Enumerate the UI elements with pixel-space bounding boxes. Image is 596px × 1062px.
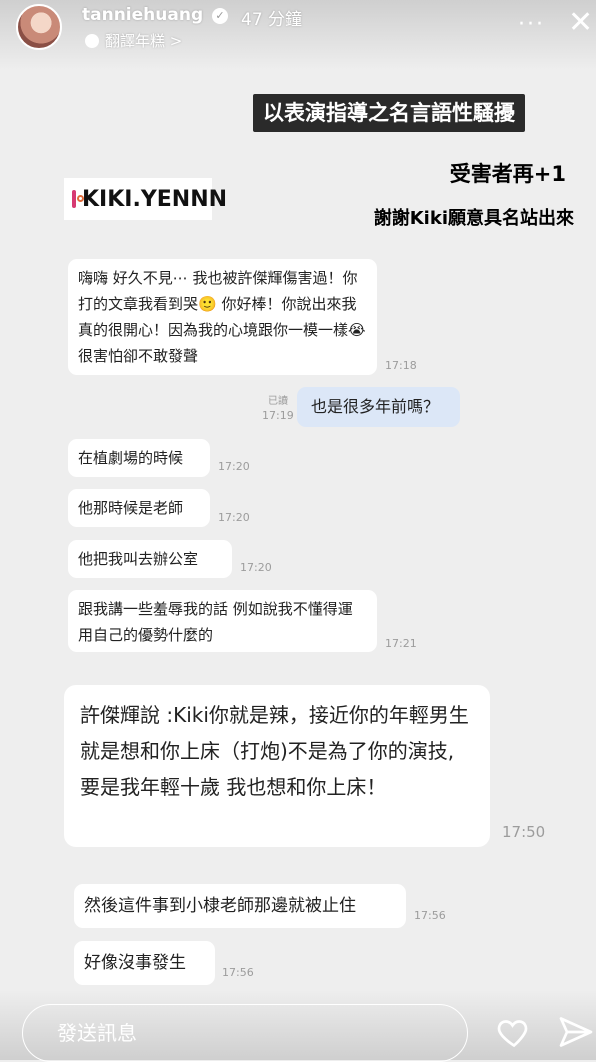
message-time: 17:56 <box>222 966 254 979</box>
username[interactable]: tanniehuang <box>82 5 203 25</box>
chat-message: 在植劇場的時候 <box>68 439 210 477</box>
chat-message: 他那時候是老師 <box>68 489 210 527</box>
instagram-mention-sticker[interactable]: KIKI.YENNN <box>64 178 227 220</box>
chat-message: 他把我叫去辦公室 <box>68 540 232 578</box>
verified-badge-icon: ✓ <box>212 8 228 24</box>
translate-link[interactable]: 翻譯年糕 > <box>85 30 182 51</box>
instagram-icon <box>72 190 84 208</box>
message-time: 17:18 <box>385 359 417 372</box>
headline-banner: 以表演指導之名言語性騷擾 <box>253 94 525 132</box>
heart-icon[interactable] <box>496 1014 532 1050</box>
avatar[interactable] <box>16 4 62 50</box>
chat-message: 跟我講一些羞辱我的話 例如說我不懂得運用自己的優勢什麼的 <box>68 590 377 652</box>
message-time: 17:50 <box>502 823 546 841</box>
chat-message: 嗨嗨 好久不見⋯ 我也被許傑輝傷害過！你打的文章我看到哭🙂 你好棒！你說出來我真… <box>68 259 377 375</box>
chat-message: 好像沒事發生 <box>74 941 215 985</box>
close-icon[interactable]: ✕ <box>568 8 593 38</box>
post-time: 47 分鐘 <box>241 10 303 30</box>
instagram-handle: KIKI.YENNN <box>82 186 228 212</box>
send-message-input[interactable] <box>22 1004 468 1062</box>
thanks-text: 謝謝Kiki願意具名站出來 <box>373 208 574 229</box>
victim-count-text: 受害者再+1 <box>449 162 566 186</box>
message-time: 17:21 <box>385 637 417 650</box>
message-time: 17:56 <box>414 909 446 922</box>
send-icon[interactable] <box>558 1014 594 1050</box>
more-options-icon[interactable]: ··· <box>518 12 545 37</box>
chat-message: 然後這件事到小棣老師那邊就被止住 <box>74 884 406 928</box>
message-time: 17:20 <box>218 511 250 524</box>
chat-message-highlighted: 許傑輝說 :Kiki你就是辣，接近你的年輕男生就是想和你上床（打炮)不是為了你的… <box>64 685 490 847</box>
translate-icon <box>85 33 99 48</box>
message-time: 17:20 <box>218 460 250 473</box>
message-time: 17:19 <box>262 409 294 422</box>
my-chat-message: 也是很多年前嗎？ <box>297 387 460 427</box>
message-time: 17:20 <box>240 561 272 574</box>
translate-label: 翻譯年糕 > <box>105 32 183 50</box>
read-receipt: 已讀 <box>268 396 288 407</box>
